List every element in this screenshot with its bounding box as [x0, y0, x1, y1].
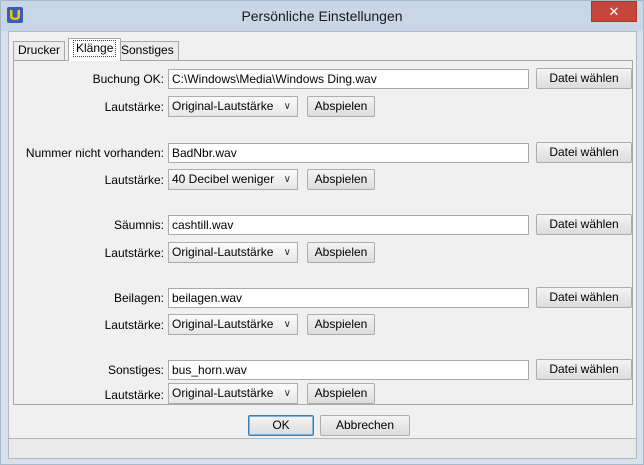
choose-file-button[interactable]: Datei wählen — [536, 287, 632, 308]
volume-label: Lautstärke: — [104, 100, 164, 114]
choose-file-button[interactable]: Datei wählen — [536, 68, 632, 89]
choose-file-button[interactable]: Datei wählen — [536, 214, 632, 235]
dialog-body: Drucker Klänge Sonstiges Buchung OK: C:\… — [8, 31, 637, 459]
volume-select[interactable]: 40 Decibel weniger ∨ — [168, 169, 298, 190]
chevron-down-icon: ∨ — [283, 247, 291, 258]
chevron-down-icon: ∨ — [283, 388, 291, 399]
volume-select[interactable]: Original-Lautstärke ∨ — [168, 96, 298, 117]
window-title: Persönliche Einstellungen — [241, 8, 403, 24]
close-icon: ✕ — [608, 4, 620, 19]
sound-file-input[interactable]: bus_horn.wav — [168, 360, 529, 380]
volume-select[interactable]: Original-Lautstärke ∨ — [168, 383, 298, 404]
volume-label: Lautstärke: — [104, 318, 164, 332]
close-button[interactable]: ✕ — [591, 1, 637, 22]
play-button[interactable]: Abspielen — [307, 96, 375, 117]
play-button[interactable]: Abspielen — [307, 314, 375, 335]
sound-file-input[interactable]: beilagen.wav — [168, 288, 529, 308]
play-button[interactable]: Abspielen — [307, 242, 375, 263]
chevron-down-icon: ∨ — [283, 319, 291, 330]
volume-select[interactable]: Original-Lautstärke ∨ — [168, 314, 298, 335]
sound-file-input[interactable]: cashtill.wav — [168, 215, 529, 235]
cancel-button[interactable]: Abbrechen — [320, 415, 410, 436]
chevron-down-icon: ∨ — [283, 101, 291, 112]
play-button[interactable]: Abspielen — [307, 383, 375, 404]
sound-file-input[interactable]: C:\Windows\Media\Windows Ding.wav — [168, 69, 529, 89]
sound-label: Säumnis: — [113, 218, 164, 232]
settings-window: Persönliche Einstellungen ✕ Drucker Klän… — [0, 0, 644, 465]
tab-klaenge[interactable]: Klänge — [68, 38, 122, 61]
title-bar: Persönliche Einstellungen ✕ — [1, 1, 643, 31]
ok-button[interactable]: OK — [248, 415, 314, 436]
dialog-footer: OK Abbrechen — [9, 406, 636, 436]
sounds-panel: Buchung OK: C:\Windows\Media\Windows Din… — [13, 60, 633, 405]
sound-label: Nummer nicht vorhanden: — [25, 146, 164, 160]
play-button[interactable]: Abspielen — [307, 169, 375, 190]
choose-file-button[interactable]: Datei wählen — [536, 142, 632, 163]
sound-label: Beilagen: — [113, 291, 164, 305]
status-bar — [9, 438, 636, 458]
sound-label: Buchung OK: — [92, 72, 164, 86]
volume-label: Lautstärke: — [104, 173, 164, 187]
volume-label: Lautstärke: — [104, 388, 164, 402]
chevron-down-icon: ∨ — [283, 174, 291, 185]
volume-label: Lautstärke: — [104, 246, 164, 260]
sound-file-input[interactable]: BadNbr.wav — [168, 143, 529, 163]
sound-label: Sonstiges: — [107, 363, 164, 377]
volume-select[interactable]: Original-Lautstärke ∨ — [168, 242, 298, 263]
choose-file-button[interactable]: Datei wählen — [536, 359, 632, 380]
tab-sonstiges[interactable]: Sonstiges — [116, 41, 179, 60]
tab-drucker[interactable]: Drucker — [13, 41, 66, 60]
